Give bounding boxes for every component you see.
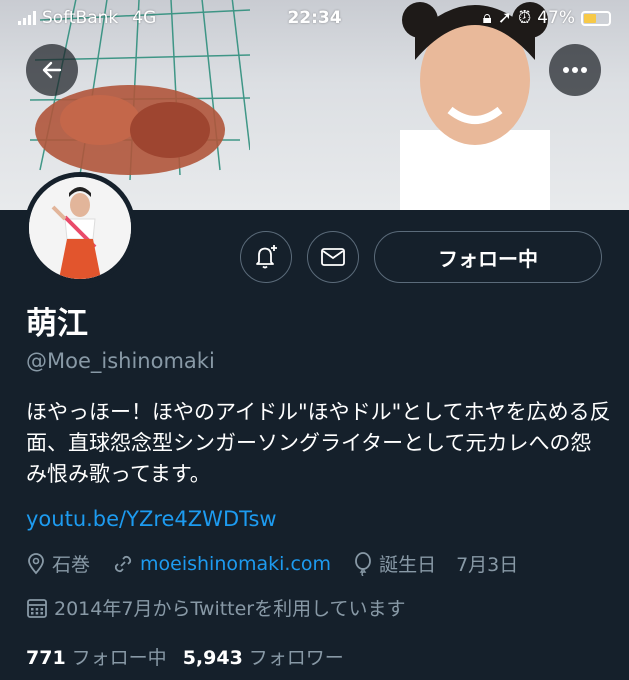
signal-icon [18, 11, 36, 25]
joined-date: 2014年7月からTwitterを利用しています [26, 594, 406, 621]
joined-text: 2014年7月からTwitterを利用しています [54, 598, 406, 620]
arrow-left-icon [42, 61, 62, 79]
followers-stat[interactable]: 5,943 フォロワー [183, 643, 344, 670]
birthday-label: 誕生日 [379, 554, 437, 576]
alarm-icon: ⏰︎ [517, 8, 532, 28]
more-horizontal-icon [563, 67, 587, 73]
notifications-button[interactable] [240, 231, 292, 283]
orientation-lock-icon: 🔒︎ [482, 8, 492, 28]
location-item: 石巻 [26, 550, 90, 577]
bio-text: ほやっほー！ほやのアイドル"ほやドル"としてホヤを広める反面、直球怨念型シンガー… [26, 400, 611, 486]
display-name: 萌江 [26, 306, 88, 342]
link-icon [114, 555, 132, 572]
birthday-item: 誕生日 7月3日 [353, 550, 518, 577]
avatar[interactable] [24, 172, 136, 284]
birthday-date: 7月3日 [456, 554, 519, 576]
handle: @Moe_ishinomaki [26, 349, 215, 373]
website-item[interactable]: moeishinomaki.com [112, 553, 331, 575]
following-stat[interactable]: 771 フォロー中 [26, 643, 167, 670]
following-label: フォロー中 [71, 647, 167, 669]
following-count: 771 [26, 647, 66, 669]
battery-percent: 47% [537, 8, 575, 28]
carrier-label: SoftBank [42, 8, 119, 28]
balloon-icon [355, 551, 371, 576]
following-button[interactable]: フォロー中 [374, 231, 602, 283]
calendar-icon [27, 598, 47, 618]
more-options-button[interactable] [549, 44, 601, 96]
follow-stats: 771 フォロー中 5,943 フォロワー [26, 643, 360, 670]
location-text: 石巻 [52, 554, 91, 576]
profile-meta: 石巻 moeishinomaki.com 誕生日 7月3日 [26, 550, 540, 577]
status-time: 22:34 [287, 8, 342, 28]
bell-plus-icon [256, 245, 277, 269]
bio-link[interactable]: youtu.be/YZre4ZWDTsw [26, 507, 277, 531]
location-icon: ➚ [497, 8, 512, 28]
followers-count: 5,943 [182, 647, 243, 669]
back-button[interactable] [26, 44, 78, 96]
mail-icon [321, 248, 345, 266]
network-label: 4G [132, 8, 157, 28]
website-link[interactable]: moeishinomaki.com [140, 553, 331, 575]
avatar-image [29, 177, 131, 279]
followers-label: フォロワー [248, 647, 344, 669]
location-pin-icon [28, 552, 44, 574]
message-button[interactable] [307, 231, 359, 283]
status-bar: SoftBank 4G 22:34 🔒︎ ➚ ⏰︎ 47% [0, 0, 629, 36]
battery-icon [581, 10, 611, 26]
